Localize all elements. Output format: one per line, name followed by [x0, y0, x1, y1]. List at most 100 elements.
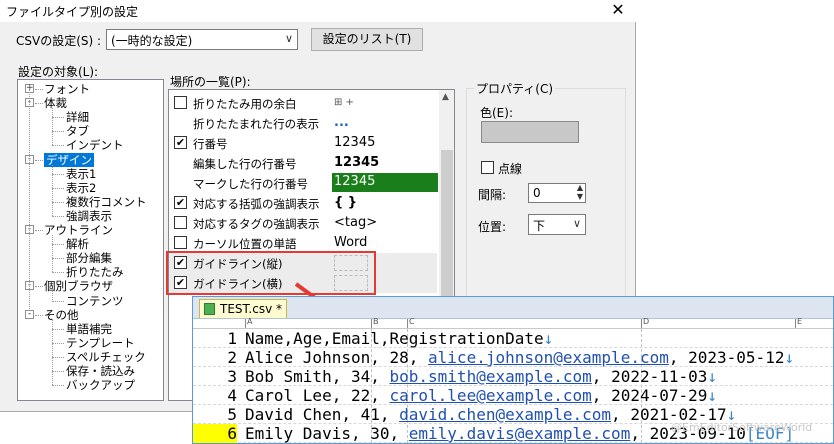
tree-item[interactable]: フォント — [44, 82, 90, 96]
cell-email: emily.davis@example.com — [408, 424, 631, 443]
tree-item[interactable]: 部分編集 — [66, 251, 112, 265]
column-letter: A — [247, 317, 253, 326]
property-label: プロパティ(C) — [474, 80, 556, 97]
tree-item[interactable]: 複数行コメント — [66, 195, 147, 209]
spacing-stepper[interactable]: 0 ▲ ▼ — [528, 183, 586, 203]
tree-line — [52, 319, 53, 386]
checked-checkbox[interactable]: ✔ — [174, 136, 187, 149]
tree-item[interactable]: バックアップ — [66, 378, 135, 392]
cell-email: Email — [331, 329, 380, 348]
scroll-thumb[interactable] — [441, 150, 453, 300]
tree-item[interactable]: その他 — [44, 308, 79, 322]
places-row[interactable]: 対応するタグの強調表示 <tag> — [169, 213, 437, 233]
tree-item[interactable]: アウトライン — [44, 223, 113, 237]
tree-item[interactable]: スペルチェック — [66, 350, 146, 364]
cell-name: Alice Johnson — [245, 348, 371, 367]
separator: , — [668, 348, 689, 367]
tree-line — [52, 385, 64, 387]
tree-line — [35, 286, 43, 288]
dotted-checkbox[interactable] — [481, 161, 494, 174]
eol-mark: ↓ — [543, 329, 554, 348]
places-row[interactable]: 編集した行の行番号 12345 — [169, 153, 437, 173]
separator: , — [341, 405, 361, 424]
position-label: 位置: — [478, 220, 507, 234]
tree-item[interactable]: 単語補完 — [66, 322, 112, 336]
color-button[interactable] — [481, 121, 579, 143]
column-ruler: A B C D E — [193, 317, 833, 329]
line-content: Alice Johnson, 28, alice.johnson@example… — [245, 348, 794, 367]
chevron-down-icon: ∨ — [284, 32, 293, 45]
cell-date: RegistrationDate — [389, 329, 544, 348]
tree-item[interactable]: インデント — [66, 138, 124, 152]
tree-item[interactable]: 詳細 — [66, 110, 89, 124]
places-label: 場所の一覧(P): — [170, 75, 251, 89]
separator: , — [611, 405, 631, 424]
stepper-arrows-icon[interactable]: ▲ ▼ — [577, 183, 583, 201]
cell-age: 34 — [350, 367, 371, 386]
eol-mark: ↓ — [707, 386, 718, 405]
cell-date: 2022-11-03 — [611, 367, 708, 386]
places-row[interactable]: ✔ 対応する括弧の強調表示 { } — [169, 193, 437, 213]
places-row-label: 編集した行の行番号 — [193, 157, 297, 171]
places-row[interactable]: ✔ 行番号 12345 — [169, 133, 437, 153]
separator: , — [331, 367, 351, 386]
line-content: Carol Lee, 22, carol.lee@example.com, 20… — [245, 386, 717, 405]
tree-line — [29, 86, 30, 311]
tree-item[interactable]: 保存・読込み — [66, 364, 135, 378]
scroll-up-icon[interactable]: ▲ — [442, 92, 449, 102]
line-number: 2 — [227, 348, 237, 367]
places-row[interactable]: 折りたたみ用の余白 ⊞ + — [169, 93, 437, 113]
tree-line — [52, 342, 64, 344]
dotted-label: 点線 — [498, 162, 523, 176]
line-number: 1 — [227, 329, 237, 348]
tree-item[interactable]: タブ — [66, 124, 89, 138]
checked-checkbox[interactable]: ✔ — [174, 196, 187, 209]
tree-line — [52, 371, 64, 372]
places-row-sample: <tag> — [334, 215, 378, 230]
tree-item[interactable]: 解析 — [66, 237, 89, 251]
target-tree[interactable]: + フォント - 体裁 詳細 タブ インデント - デザイン 表示1 表示2 複数行コメント 強調表示 -… — [17, 79, 164, 401]
column-letter: D — [643, 317, 650, 326]
checkbox[interactable] — [174, 216, 187, 229]
editor-line: 1 Name,Age,Email,RegistrationDate↓ — [193, 329, 833, 348]
tree-line — [52, 187, 64, 189]
tree-line — [52, 201, 64, 203]
tree-line — [52, 356, 64, 358]
editor-tab-label: TEST.csv * — [220, 302, 283, 316]
tree-item[interactable]: 体裁 — [44, 96, 67, 110]
tree-item[interactable]: コンテンツ — [66, 294, 124, 308]
places-row-sample: 12345 — [334, 155, 380, 170]
editor-tab[interactable]: TEST.csv * — [199, 299, 287, 318]
places-row[interactable]: カーソル位置の単語 Word — [169, 233, 437, 253]
places-row[interactable]: 折りたたまれた行の表示... — [169, 113, 437, 133]
csv-settings-label: CSVの設定(S) : — [16, 34, 102, 48]
position-select[interactable]: 下 ∨ — [528, 214, 586, 235]
line-number: 5 — [227, 405, 237, 424]
tree-item[interactable]: 表示2 — [66, 181, 96, 195]
column-tick — [795, 319, 796, 328]
tree-item[interactable]: 折りたたみ — [66, 265, 124, 279]
tree-item[interactable]: 個別ブラウザ — [44, 279, 113, 293]
checkbox[interactable] — [174, 236, 187, 249]
places-row-label: 行番号 — [193, 137, 228, 151]
places-row[interactable]: マークした行の行番号 12345 — [169, 173, 438, 193]
editor-line: 2 Alice Johnson, 28, alice.johnson@exampl… — [193, 348, 833, 367]
settings-list-button[interactable]: 設定のリスト(T) — [311, 28, 423, 51]
tree-line — [52, 131, 64, 133]
tree-line — [52, 117, 64, 119]
line-content: Bob Smith, 34, bob.smith@example.com, 20… — [245, 367, 717, 386]
tree-line — [52, 173, 64, 175]
tree-line — [52, 215, 64, 217]
separator: , — [370, 386, 390, 405]
tree-line — [35, 103, 43, 105]
close-icon[interactable]: ✕ — [604, 0, 632, 22]
csv-settings-select[interactable]: (一時的な設定) ∨ — [106, 29, 298, 50]
tree-item[interactable]: 表示1 — [66, 167, 96, 181]
cell-age: 22 — [350, 386, 371, 405]
separator: , — [350, 424, 371, 443]
tree-item[interactable]: テンプレート — [66, 336, 135, 350]
tree-item[interactable]: 強調表示 — [66, 209, 112, 223]
column-letter: C — [409, 317, 415, 326]
places-row-label: 折りたたみ用の余白 — [193, 97, 297, 111]
checkbox[interactable] — [174, 96, 187, 109]
